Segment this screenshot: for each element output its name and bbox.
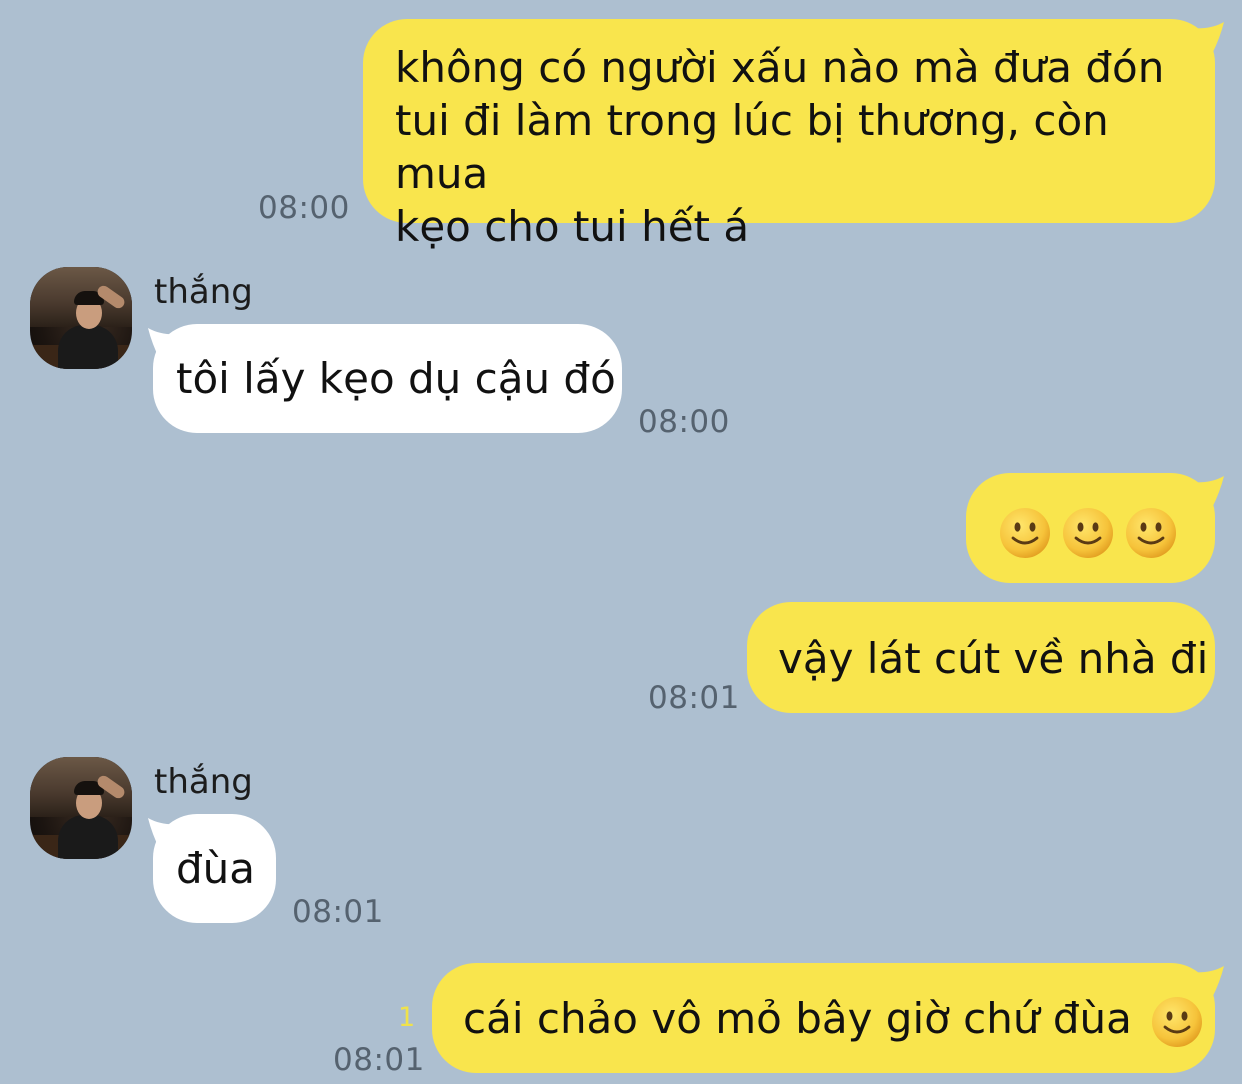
sender-name: thắng <box>154 762 253 802</box>
message-line: kẹo cho tui hết á <box>395 202 750 251</box>
message-text: vậy lát cút về nhà đi <box>778 634 1209 683</box>
slightly-smiling-face-icon <box>1062 507 1114 559</box>
message-bubble[interactable]: không có người xấu nào mà đưa đón tui đi… <box>363 19 1215 251</box>
message-timestamp: 08:01 <box>333 1042 425 1078</box>
message-text: tôi lấy kẹo dụ cậu đó <box>176 354 616 403</box>
contact-avatar[interactable] <box>30 757 132 859</box>
slightly-smiling-face-icon <box>1125 507 1177 559</box>
message-bubble[interactable]: vậy lát cút về nhà đi <box>747 602 1215 713</box>
bubble-tail <box>1190 22 1224 54</box>
message-bubble[interactable]: cái chảo vô mỏ bây giờ chứ đùa <box>432 963 1215 1073</box>
contact-avatar[interactable] <box>30 267 132 369</box>
slightly-smiling-face-icon <box>999 507 1051 559</box>
read-count: 1 <box>398 1002 416 1033</box>
message-bubble[interactable] <box>966 473 1215 583</box>
bubble-tail <box>1190 966 1224 998</box>
chat-thread[interactable]: 08:00 không có người xấu nào mà đưa đón … <box>0 0 1242 1084</box>
message-bubble[interactable]: tôi lấy kẹo dụ cậu đó <box>153 324 622 433</box>
message-line: tui đi làm trong lúc bị thương, còn mua <box>395 96 1109 198</box>
message-timestamp: 08:00 <box>638 404 730 440</box>
message-line: không có người xấu nào mà đưa đón <box>395 43 1165 92</box>
message-bubble[interactable]: đùa <box>153 814 276 923</box>
message-text: đùa <box>176 844 256 893</box>
sender-name: thắng <box>154 272 253 312</box>
message-timestamp: 08:01 <box>292 894 384 930</box>
message-text: cái chảo vô mỏ bây giờ chứ đùa <box>463 994 1132 1043</box>
message-timestamp: 08:00 <box>258 190 350 226</box>
message-timestamp: 08:01 <box>648 680 740 716</box>
bubble-tail <box>1190 476 1224 508</box>
